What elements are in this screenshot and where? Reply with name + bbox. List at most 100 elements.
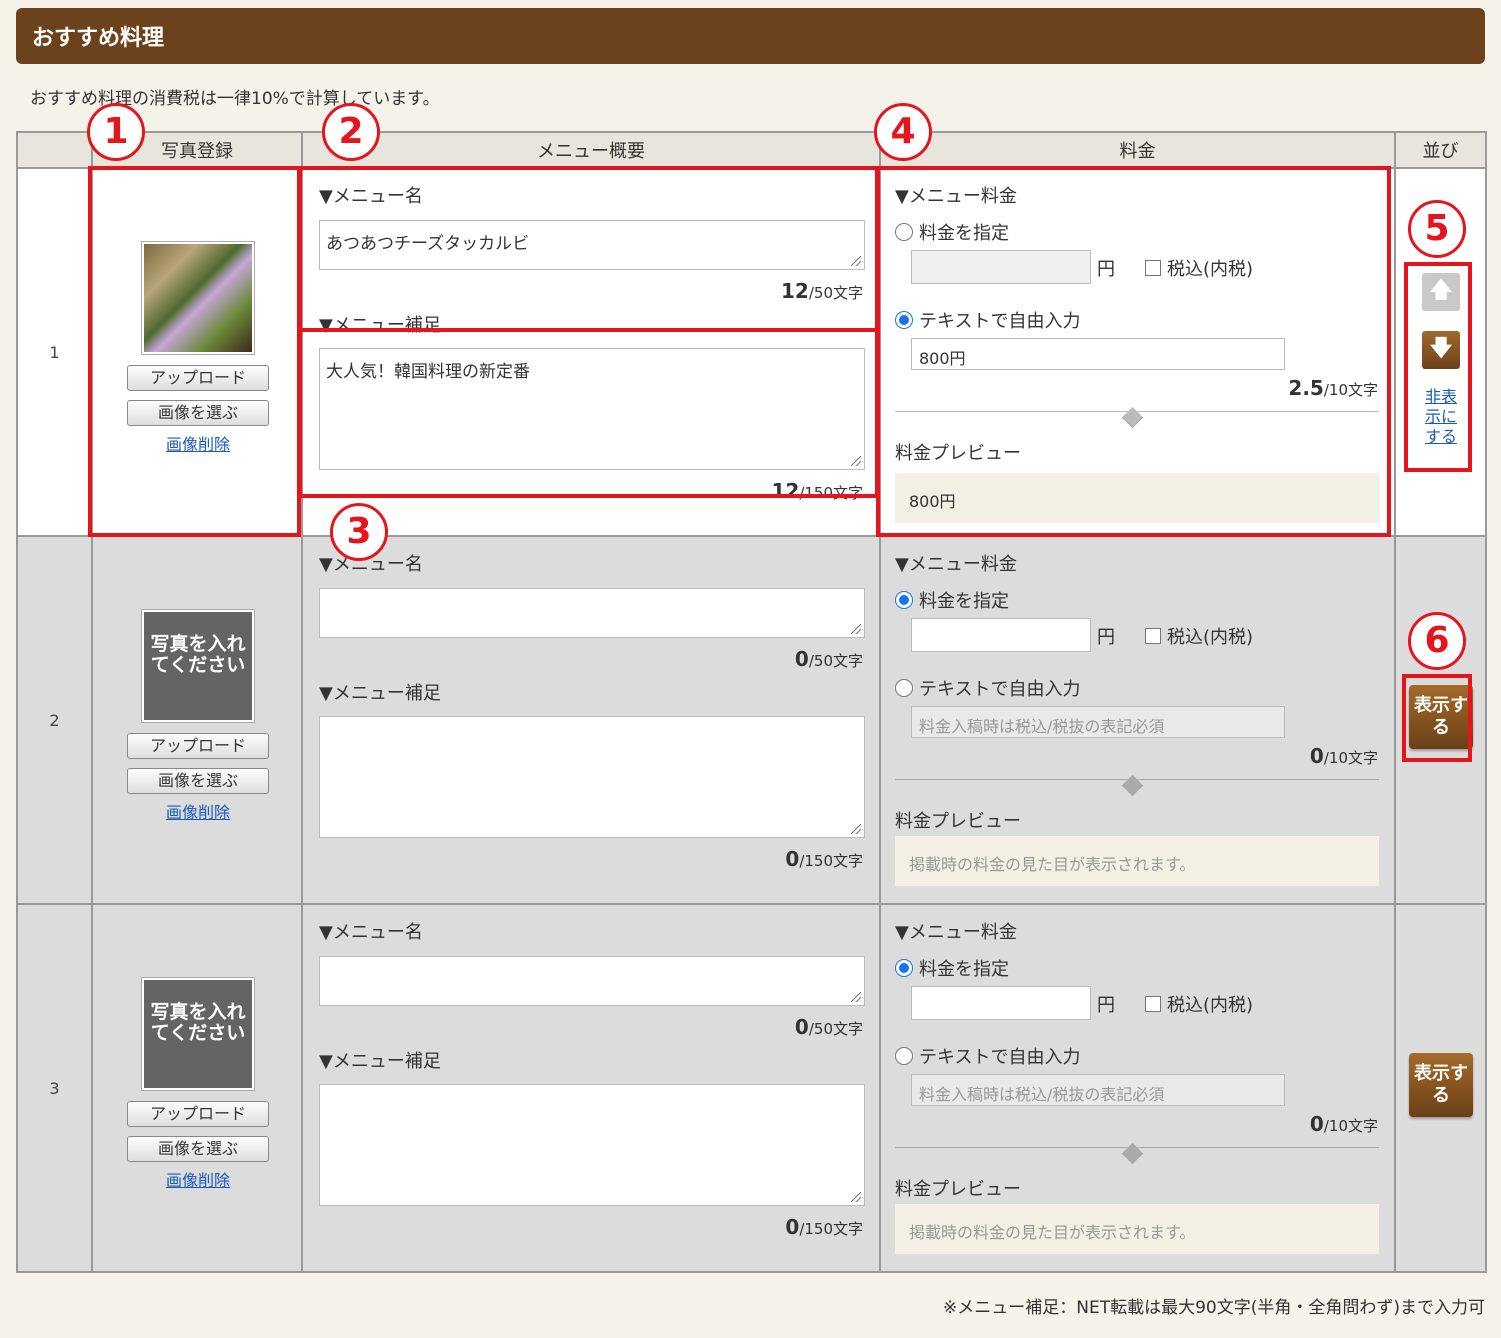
choose-image-button[interactable]: 画像を選ぶ — [127, 400, 269, 426]
menu-cell: ▼メニュー名 あつあつチーズタッカルビ 12/50文字 ▼メニュー補足 大人気！… — [301, 167, 881, 537]
upload-button[interactable]: アップロード — [127, 1101, 269, 1127]
order-cell: 表示する — [1394, 535, 1487, 905]
annotation-marker-4: 4 — [874, 103, 932, 161]
price-preview: 掲載時の料金の見た目が表示されます。 — [895, 1204, 1379, 1254]
move-up-button[interactable]: 🡅 — [1422, 273, 1460, 311]
price-cell: ▼メニュー料金 料金を指定 円 税込(内税) テキストで自由入力 料金入稿時は税… — [879, 903, 1396, 1273]
show-button[interactable]: 表示する — [1409, 1053, 1473, 1117]
menu-name-input[interactable]: あつあつチーズタッカルビ — [319, 220, 865, 270]
tax-included-checkbox[interactable]: 税込(内税) — [1145, 255, 1253, 281]
photo-cell: アップロード 画像を選ぶ 画像削除 — [91, 167, 303, 537]
menu-supplement-label: ▼メニュー補足 — [319, 1051, 441, 1072]
menu-supplement-label: ▼メニュー補足 — [319, 315, 441, 336]
table-row: 2 写真を入れてください アップロード 画像を選ぶ 画像削除 ▼メニュー名 0/… — [16, 535, 1487, 905]
table-row: 3 写真を入れてください アップロード 画像を選ぶ 画像削除 ▼メニュー名 0/… — [16, 903, 1487, 1273]
checkbox-icon[interactable] — [1145, 628, 1161, 644]
resize-handle[interactable] — [851, 1192, 861, 1202]
menu-supplement-label: ▼メニュー補足 — [319, 683, 441, 704]
annotation-marker-3: 3 — [330, 503, 388, 561]
order-cell: 表示する — [1394, 903, 1487, 1273]
menu-cell: ▼メニュー名 0/50文字 ▼メニュー補足 0/150文字 — [301, 903, 881, 1273]
radio-icon[interactable] — [895, 679, 913, 697]
price-input[interactable] — [911, 250, 1091, 284]
row-number: 3 — [16, 903, 93, 1273]
radio-selected-icon[interactable] — [895, 591, 913, 609]
delete-image-link[interactable]: 画像削除 — [93, 431, 303, 455]
price-preview: 掲載時の料金の見た目が表示されます。 — [895, 836, 1379, 886]
free-text-counter: 0/10文字 — [1309, 744, 1378, 768]
resize-handle[interactable] — [851, 624, 861, 634]
menu-supplement-counter: 12/150文字 — [771, 479, 863, 503]
menu-price-label: ▼メニュー料金 — [895, 922, 1017, 943]
menu-photo — [141, 241, 255, 355]
price-input[interactable] — [911, 618, 1091, 652]
col-order-header: 並び — [1394, 131, 1487, 169]
yen-label: 円 — [1097, 259, 1115, 280]
annotation-marker-2: 2 — [322, 103, 380, 161]
radio-selected-icon[interactable] — [895, 311, 913, 329]
upload-button[interactable]: アップロード — [127, 733, 269, 759]
section-header: おすすめ料理 — [16, 8, 1485, 64]
resize-handle[interactable] — [851, 824, 861, 834]
checkbox-icon[interactable] — [1145, 260, 1161, 276]
menu-cell: ▼メニュー名 0/50文字 ▼メニュー補足 0/150文字 — [301, 535, 881, 905]
menu-supplement-input[interactable] — [319, 1084, 865, 1206]
specify-price-option[interactable]: 料金を指定 — [895, 219, 1009, 245]
resize-handle[interactable] — [851, 992, 861, 1002]
free-text-option[interactable]: テキストで自由入力 — [895, 1043, 1080, 1069]
free-text-option[interactable]: テキストで自由入力 — [895, 307, 1080, 333]
free-text-input[interactable]: 料金入稿時は税込/税抜の表記必須 — [911, 1074, 1285, 1106]
col-menu-header: メニュー概要 — [301, 131, 881, 169]
free-text-counter: 0/10文字 — [1309, 1112, 1378, 1136]
supplement-note: ※メニュー補足：NET転載は最大90文字(半角・全角問わず)まで入力可 — [943, 1298, 1485, 1318]
delete-image-link[interactable]: 画像削除 — [93, 799, 303, 823]
delete-image-link[interactable]: 画像削除 — [93, 1167, 303, 1191]
col-price-header: 料金 — [879, 131, 1396, 169]
show-button[interactable]: 表示する — [1409, 685, 1473, 749]
price-preview-label: 料金プレビュー — [895, 811, 1021, 832]
price-cell: ▼メニュー料金 料金を指定 円 税込(内税) テキストで自由入力 料金入稿時は税… — [879, 535, 1396, 905]
specify-price-option[interactable]: 料金を指定 — [895, 955, 1009, 981]
menu-supplement-input[interactable]: 大人気！韓国料理の新定番 — [319, 348, 865, 470]
specify-price-option[interactable]: 料金を指定 — [895, 587, 1009, 613]
menu-table: 写真登録 メニュー概要 料金 並び 1 アップロード 画像を選ぶ 画像削除 ▼メ… — [16, 131, 1487, 1273]
menu-name-input[interactable] — [319, 956, 865, 1006]
price-cell: ▼メニュー料金 料金を指定 円 税込(内税) テキストで自由入力 800円 2.… — [879, 167, 1396, 537]
photo-placeholder: 写真を入れてください — [141, 977, 255, 1091]
photo-placeholder: 写真を入れてください — [141, 609, 255, 723]
row-number: 1 — [16, 167, 93, 537]
choose-image-button[interactable]: 画像を選ぶ — [127, 1136, 269, 1162]
menu-price-label: ▼メニュー料金 — [895, 186, 1017, 207]
move-down-button[interactable]: 🡇 — [1422, 331, 1460, 369]
menu-supplement-counter: 0/150文字 — [785, 847, 863, 871]
menu-name-counter: 12/50文字 — [781, 279, 863, 303]
radio-icon[interactable] — [895, 223, 913, 241]
photo-cell: 写真を入れてください アップロード 画像を選ぶ 画像削除 — [91, 903, 303, 1273]
menu-name-input[interactable] — [319, 588, 865, 638]
checkbox-icon[interactable] — [1145, 996, 1161, 1012]
price-preview: 800円 — [895, 473, 1379, 523]
upload-button[interactable]: アップロード — [127, 365, 269, 391]
free-text-input[interactable]: 料金入稿時は税込/税抜の表記必須 — [911, 706, 1285, 738]
yen-label: 円 — [1097, 627, 1115, 648]
price-input[interactable] — [911, 986, 1091, 1020]
arrow-down-icon: 🡇 — [1429, 336, 1453, 361]
free-text-input[interactable]: 800円 — [911, 338, 1285, 370]
price-preview-label: 料金プレビュー — [895, 443, 1021, 464]
resize-handle[interactable] — [851, 456, 861, 466]
tax-included-checkbox[interactable]: 税込(内税) — [1145, 623, 1253, 649]
hide-link[interactable]: 非表示にする — [1396, 387, 1486, 447]
resize-handle[interactable] — [851, 256, 861, 266]
yen-label: 円 — [1097, 995, 1115, 1016]
free-text-option[interactable]: テキストで自由入力 — [895, 675, 1080, 701]
price-preview-label: 料金プレビュー — [895, 1179, 1021, 1200]
menu-supplement-input[interactable] — [319, 716, 865, 838]
annotation-marker-5: 5 — [1408, 200, 1466, 258]
menu-name-label: ▼メニュー名 — [319, 922, 423, 943]
radio-selected-icon[interactable] — [895, 959, 913, 977]
col-number-header — [16, 131, 93, 169]
table-row: 1 アップロード 画像を選ぶ 画像削除 ▼メニュー名 あつあつチーズタッカルビ … — [16, 167, 1487, 537]
choose-image-button[interactable]: 画像を選ぶ — [127, 768, 269, 794]
radio-icon[interactable] — [895, 1047, 913, 1065]
tax-included-checkbox[interactable]: 税込(内税) — [1145, 991, 1253, 1017]
